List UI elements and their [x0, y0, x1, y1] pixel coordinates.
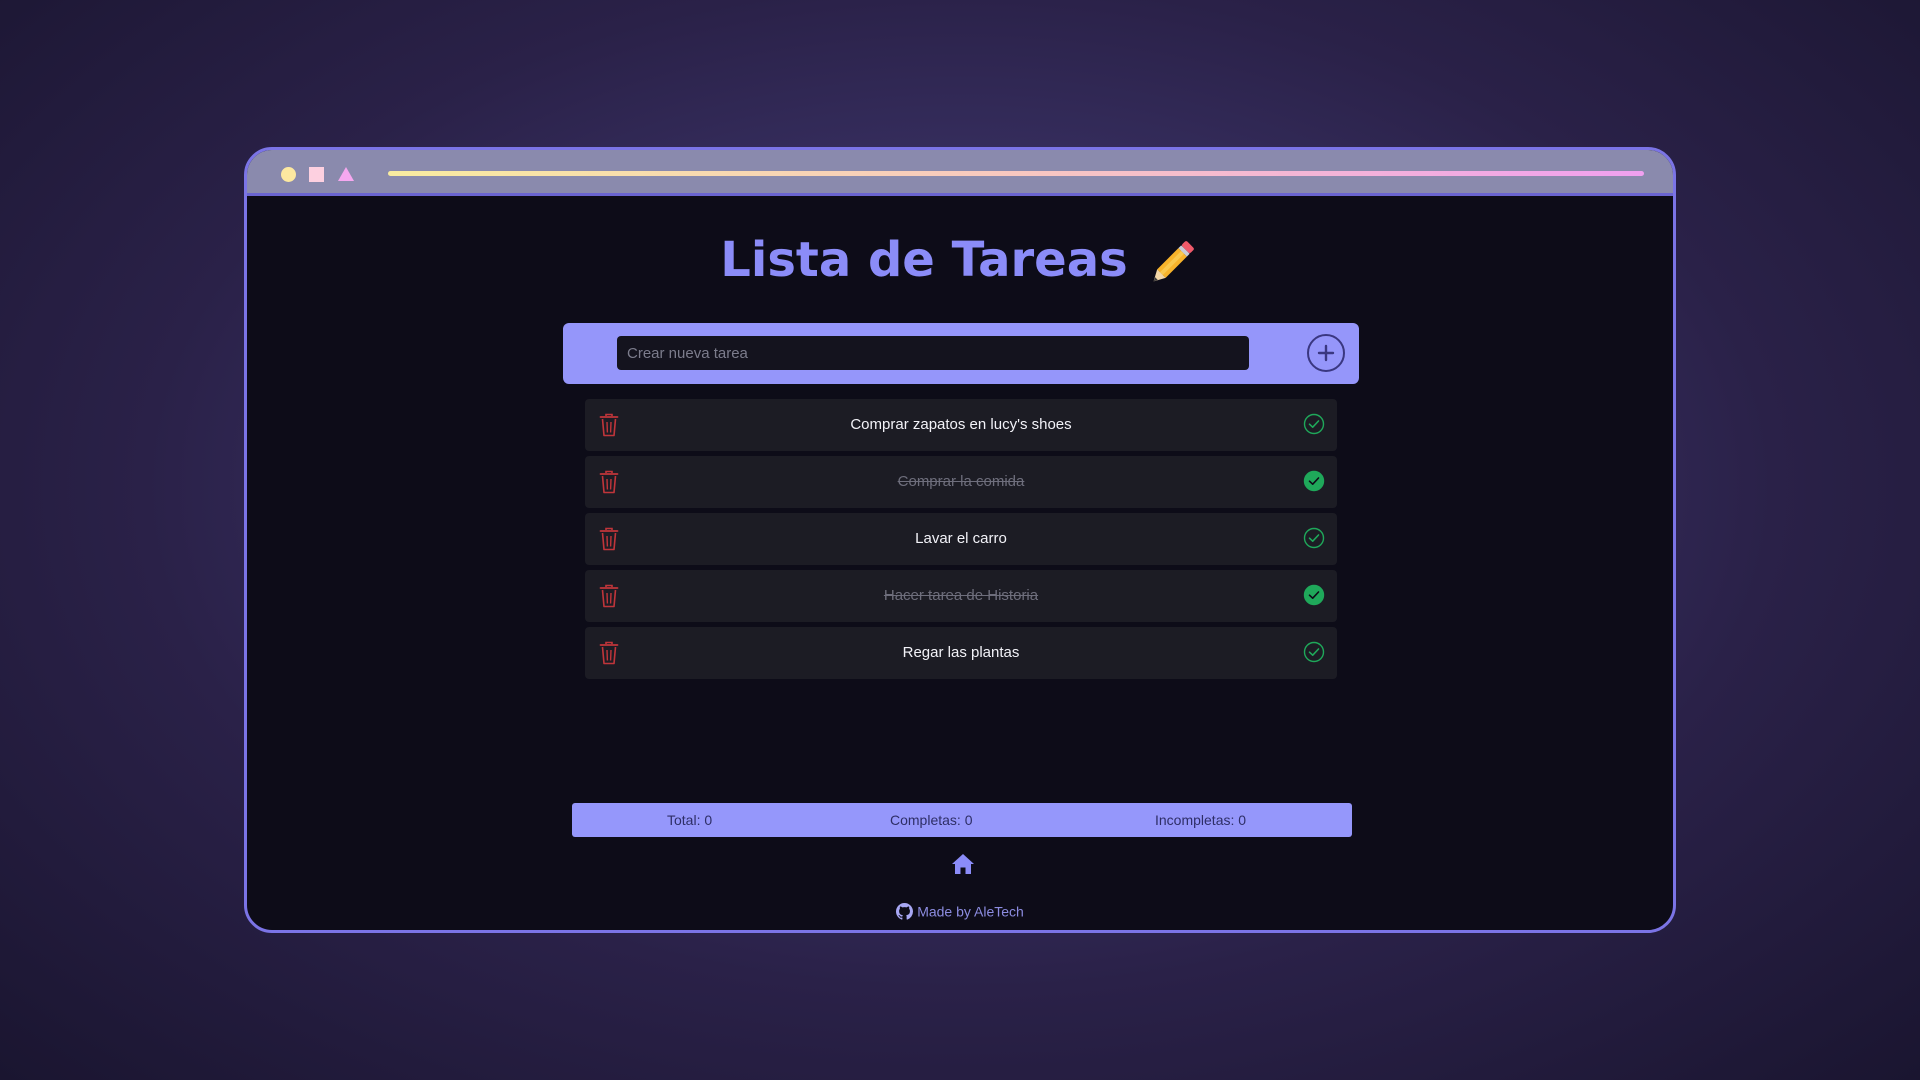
task-item: Hacer tarea de Historia [585, 570, 1337, 622]
task-text: Comprar zapatos en lucy's shoes [850, 416, 1072, 433]
task-list: Comprar zapatos en lucy's shoes Comprar … [585, 399, 1337, 684]
task-item: Regar las plantas [585, 627, 1337, 679]
task-item: Comprar zapatos en lucy's shoes [585, 399, 1337, 451]
task-item: Lavar el carro [585, 513, 1337, 565]
triangle-control-icon [338, 167, 354, 181]
task-text: Comprar la comida [897, 473, 1025, 490]
pencil-icon [1153, 241, 1194, 282]
circle-control-icon [281, 167, 296, 182]
address-bar [388, 171, 1644, 176]
square-control-icon [309, 167, 324, 182]
page-title-text: Lista de Tareas [720, 232, 1128, 288]
add-task-button[interactable] [1307, 334, 1345, 372]
plus-circle-icon [1317, 344, 1335, 362]
trash-icon[interactable] [599, 641, 619, 665]
trash-icon[interactable] [599, 584, 619, 608]
stat-completed: Completas: 0 [890, 812, 973, 828]
window-titlebar [247, 150, 1673, 196]
home-icon[interactable] [951, 853, 975, 875]
footer-credit[interactable]: Made by AleTech [917, 903, 1024, 919]
new-task-input[interactable] [617, 336, 1249, 370]
trash-icon[interactable] [599, 413, 619, 437]
footer: Made by AleTech [247, 902, 1673, 920]
task-item: Comprar la comida [585, 456, 1337, 508]
trash-icon[interactable] [599, 527, 619, 551]
github-icon[interactable] [896, 902, 914, 920]
check-circle-icon[interactable] [1303, 527, 1325, 549]
trash-icon[interactable] [599, 470, 619, 494]
new-task-bar [563, 323, 1359, 384]
stat-incomplete: Incompletas: 0 [1155, 812, 1247, 828]
check-circle-icon[interactable] [1303, 584, 1325, 606]
stat-total: Total: 0 [667, 812, 713, 828]
stats-bar: Total: 0 Completas: 0 Incompletas: 0 [572, 803, 1352, 837]
check-circle-icon[interactable] [1303, 470, 1325, 492]
check-circle-icon[interactable] [1303, 413, 1325, 435]
task-text: Regar las plantas [902, 644, 1020, 661]
check-circle-icon[interactable] [1303, 641, 1325, 663]
task-text: Lavar el carro [915, 530, 1007, 547]
app-window: Lista de Tareas Crear nueva tarea Compra… [244, 147, 1676, 933]
task-text: Hacer tarea de Historia [883, 587, 1039, 604]
page-title: Lista de Tareas [247, 232, 1673, 291]
